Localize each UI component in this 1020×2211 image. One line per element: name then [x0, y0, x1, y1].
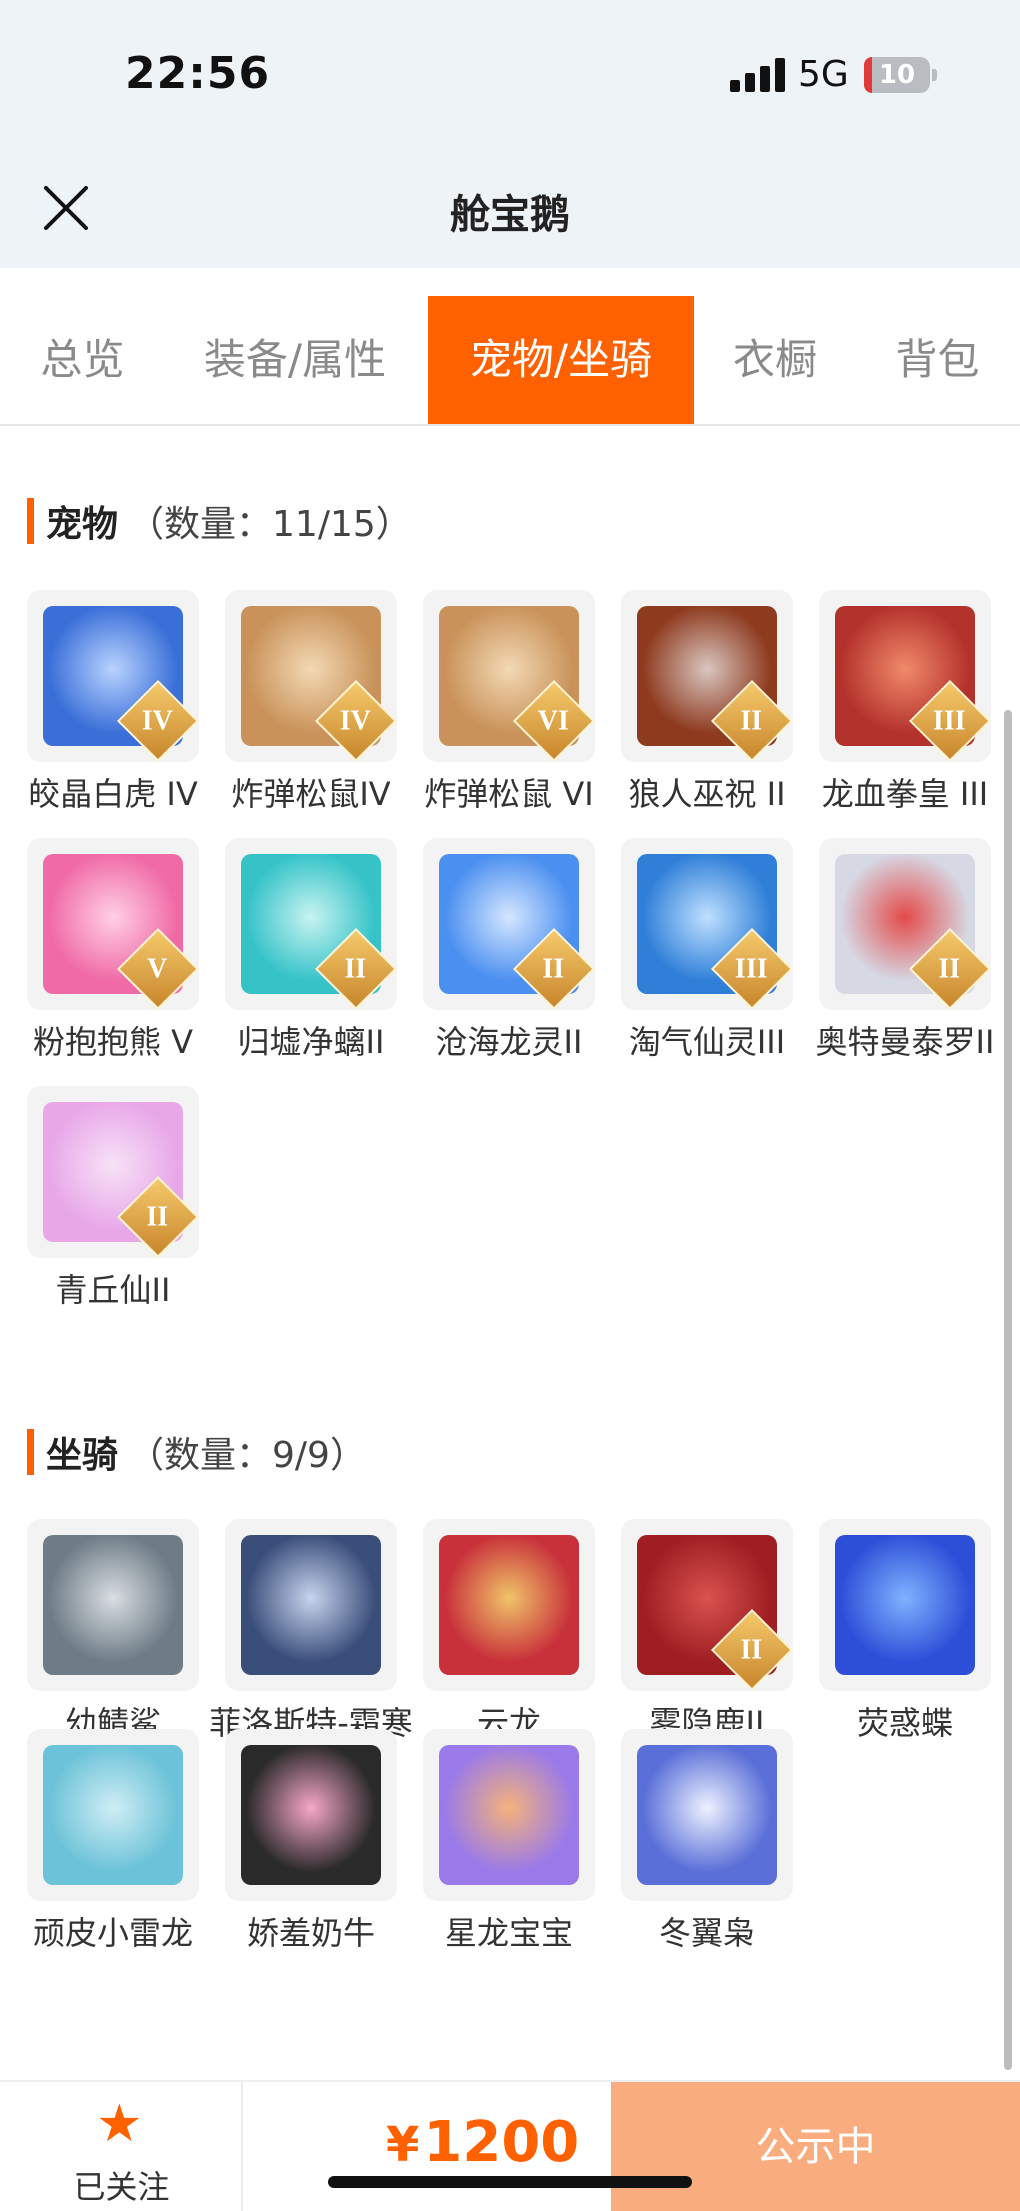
tab-bar: 总览 装备/属性 宠物/坐骑 衣橱 背包: [0, 268, 1020, 426]
page-title: 舱宝鹅: [450, 192, 570, 238]
pets-section-title: 宠物: [46, 504, 119, 545]
level-badge-text: III: [734, 953, 768, 985]
character-portrait: [241, 1535, 381, 1675]
follow-button[interactable]: ★ 已关注: [0, 2082, 243, 2211]
status-button[interactable]: 公示中: [611, 2082, 1020, 2211]
section-accent: [27, 1429, 34, 1475]
item-name: 狼人巫祝 II: [628, 775, 786, 813]
item-thumbnail: II: [621, 590, 793, 762]
character-portrait: [637, 1745, 777, 1885]
mounts-count: （数量：9/9）: [128, 1435, 366, 1476]
pets-grid: IV 皎晶白虎 IV IV 炸弹松鼠IV VI 炸弹松鼠 VI II 狼人巫祝 II III 龙血…: [27, 590, 994, 1350]
item-name: 淘气仙灵III: [628, 1023, 786, 1061]
item-thumbnail: II: [423, 838, 595, 1010]
item-thumbnail: [423, 1729, 595, 1901]
item-thumbnail: II: [27, 1086, 199, 1258]
item-thumbnail: [423, 1519, 595, 1691]
follow-label: 已关注: [73, 2168, 170, 2206]
character-portrait: [43, 1745, 183, 1885]
level-badge-text: III: [932, 705, 966, 737]
item-thumbnail: [225, 1729, 397, 1901]
item-thumbnail: IV: [225, 590, 397, 762]
section-accent: [27, 498, 34, 544]
item-thumbnail: II: [621, 1519, 793, 1691]
network-label: 5G: [798, 54, 849, 95]
status-bar: 22:56 5G 10: [0, 0, 1020, 150]
item-thumbnail: [819, 1519, 991, 1691]
item-thumbnail: II: [819, 838, 991, 1010]
item-name: 沧海龙灵II: [435, 1023, 583, 1061]
tab-pets-mounts[interactable]: 宠物/坐骑: [428, 296, 694, 424]
item-name: 荧惑蝶: [856, 1704, 953, 1742]
item-thumbnail: [621, 1729, 793, 1901]
item-name: 星龙宝宝: [444, 1914, 573, 1952]
level-badge-text: II: [740, 705, 763, 737]
character-portrait: [43, 1535, 183, 1675]
level-badge-text: II: [740, 1634, 763, 1666]
pets-count: （数量：11/15）: [128, 504, 412, 545]
level-badge-text: II: [542, 953, 565, 985]
home-indicator: [328, 2176, 692, 2188]
item-name: 炸弹松鼠IV: [231, 775, 391, 813]
tab-equipment[interactable]: 装备/属性: [180, 296, 410, 424]
item-thumbnail: III: [621, 838, 793, 1010]
character-portrait: [439, 1535, 579, 1675]
tab-overview[interactable]: 总览: [10, 296, 155, 424]
item-name: 龙血拳皇 III: [821, 775, 989, 813]
item-thumbnail: IV: [27, 590, 199, 762]
item-thumbnail: III: [819, 590, 991, 762]
level-badge-text: II: [146, 1201, 169, 1233]
tab-wardrobe[interactable]: 衣橱: [710, 296, 840, 424]
battery-level: 10: [878, 60, 916, 90]
item-thumbnail: II: [225, 838, 397, 1010]
nav-bar: 舱宝鹅: [0, 150, 1020, 268]
item-name: 粉抱抱熊 V: [32, 1023, 194, 1061]
item-name: 皎晶白虎 IV: [28, 775, 198, 813]
level-badge-text: II: [344, 953, 367, 985]
level-badge-text: IV: [339, 705, 371, 737]
item-name: 冬翼枭: [658, 1914, 755, 1952]
price-value: 1200: [423, 2110, 580, 2175]
item-name: 炸弹松鼠 VI: [424, 775, 594, 813]
star-icon: ★: [96, 2094, 143, 2154]
tab-backpack[interactable]: 背包: [870, 296, 1005, 424]
character-portrait: [439, 1745, 579, 1885]
pets-section-header: 宠物 （数量：11/15）: [27, 496, 412, 546]
mounts-grid: 幼鲭鲨 菲洛斯特-霜寒 云龙 II 雾隐鹿II 荧惑蝶 顽皮小雷龙 娇羞奶牛 星龙宝宝 冬翼枭: [27, 1519, 993, 2059]
currency-symbol: ¥: [386, 2117, 420, 2173]
item-thumbnail: [27, 1519, 199, 1691]
signal-icon: [730, 58, 786, 92]
level-badge-text: VI: [537, 705, 569, 737]
mounts-section-title: 坐骑: [46, 1435, 119, 1476]
item-thumbnail: V: [27, 838, 199, 1010]
character-portrait: [241, 1745, 381, 1885]
item-name: 娇羞奶牛: [246, 1914, 375, 1952]
character-portrait: [835, 1535, 975, 1675]
price: ¥1200: [386, 2110, 579, 2175]
bottom-bar: ★ 已关注 ¥1200 公示中: [0, 2080, 1020, 2211]
item-name: 青丘仙II: [55, 1271, 171, 1309]
item-thumbnail: [27, 1729, 199, 1901]
item-thumbnail: VI: [423, 590, 595, 762]
item-name: 归墟净螭II: [237, 1023, 385, 1061]
status-time: 22:56: [125, 48, 271, 99]
battery-icon: 10: [864, 57, 937, 93]
level-badge-text: II: [938, 953, 961, 985]
item-name: 顽皮小雷龙: [32, 1914, 193, 1952]
scrollbar[interactable]: [1004, 710, 1012, 2070]
level-badge-text: IV: [141, 705, 173, 737]
item-name: 奥特曼泰罗II: [815, 1023, 995, 1061]
level-badge-text: V: [147, 953, 168, 985]
item-thumbnail: [225, 1519, 397, 1691]
mounts-section-header: 坐骑 （数量：9/9）: [27, 1427, 366, 1477]
